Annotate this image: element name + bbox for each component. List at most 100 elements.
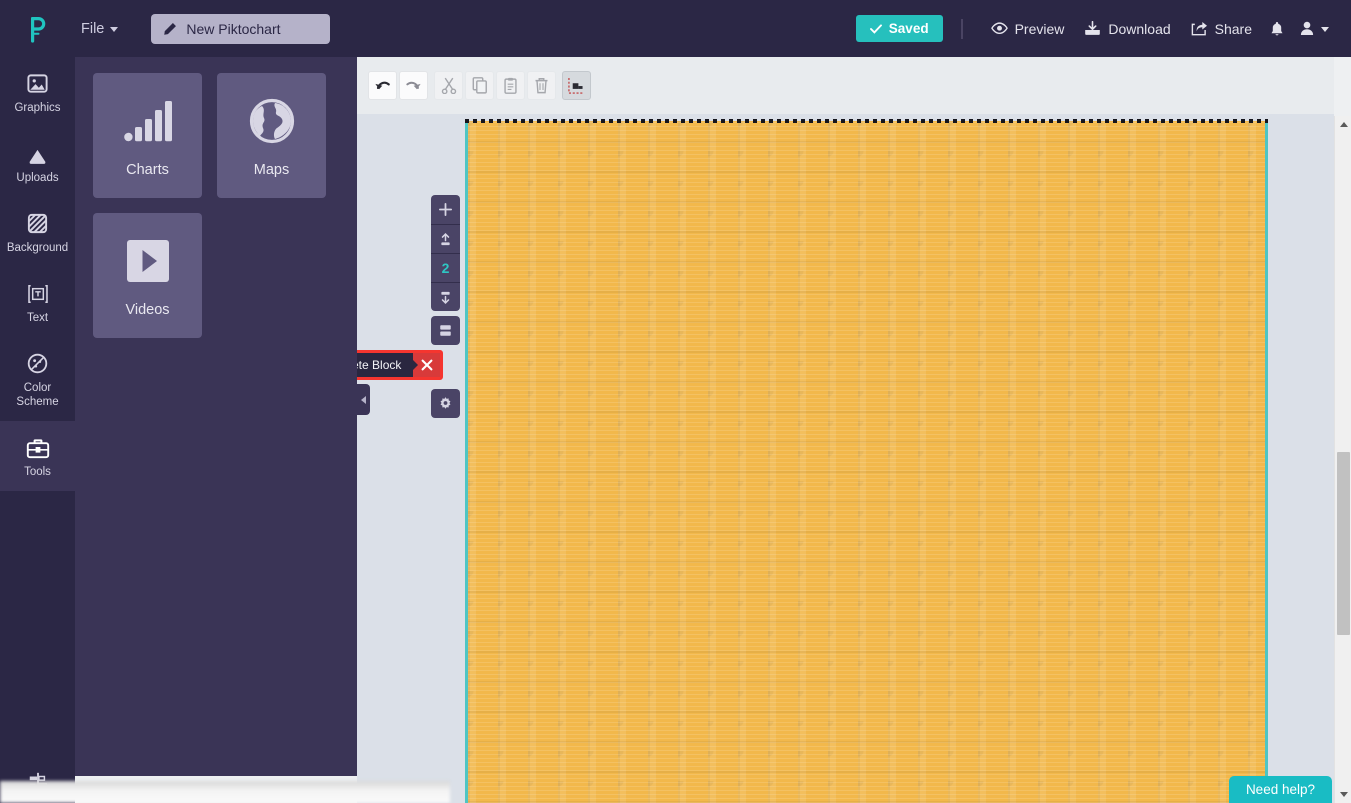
trash-icon xyxy=(534,77,549,94)
tooltip-text: Delete Block xyxy=(357,358,402,372)
bell-icon xyxy=(1270,21,1284,37)
saved-label: Saved xyxy=(888,21,929,36)
toolbar-divider xyxy=(960,18,963,39)
add-block-button[interactable] xyxy=(431,195,460,224)
document-title-value: New Piktochart xyxy=(186,20,281,37)
check-icon xyxy=(869,23,882,34)
play-button-icon xyxy=(126,234,170,288)
duplicate-block-icon xyxy=(438,323,453,338)
scrollbar-thumb[interactable] xyxy=(1337,452,1350,635)
delete-block-tooltip: Delete Block xyxy=(357,350,443,380)
file-menu-label: File xyxy=(81,20,105,37)
share-icon xyxy=(1191,21,1208,36)
background-pattern-icon xyxy=(26,211,49,235)
pencil-icon xyxy=(163,22,177,36)
left-rail: Graphics Uploads Background Text Color S… xyxy=(0,57,75,803)
close-x-icon xyxy=(421,359,433,371)
file-menu-button[interactable]: File xyxy=(75,17,124,41)
paste-button[interactable] xyxy=(496,71,525,100)
need-help-button[interactable]: Need help? xyxy=(1228,776,1332,803)
tooltip-arrow-icon xyxy=(412,359,418,371)
select-frame-icon xyxy=(568,77,585,94)
text-box-icon xyxy=(27,281,49,305)
collapse-panel-button[interactable] xyxy=(357,384,370,415)
sidebar-item-label: Text xyxy=(26,312,49,324)
delete-button[interactable] xyxy=(527,71,556,100)
block-selection-outline xyxy=(465,119,1268,123)
download-label: Download xyxy=(1108,20,1171,37)
chevron-left-icon xyxy=(360,395,366,404)
tool-card-maps[interactable]: Maps xyxy=(217,73,326,198)
top-bar-actions: Saved Preview Download Share xyxy=(855,15,1351,43)
gear-icon xyxy=(438,396,453,411)
select-frame-button[interactable] xyxy=(562,71,591,100)
user-icon xyxy=(1300,21,1314,36)
redo-button[interactable] xyxy=(399,71,428,100)
chevron-down-icon xyxy=(110,27,119,32)
canvas-toolbar xyxy=(357,57,1334,114)
piktochart-logo-icon xyxy=(27,16,49,43)
sidebar-item-graphics[interactable]: Graphics xyxy=(0,57,75,127)
move-block-up-button[interactable] xyxy=(431,224,460,253)
triangle-up-icon xyxy=(1339,122,1348,127)
share-button[interactable]: Share xyxy=(1181,15,1262,43)
block-controls-group-top: 2 xyxy=(431,195,460,311)
workspace: 2 te Block xyxy=(357,57,1334,803)
notifications-button[interactable] xyxy=(1262,15,1292,43)
tool-card-label: Maps xyxy=(253,161,290,178)
preview-label: Preview xyxy=(1014,20,1065,37)
sidebar-item-label: Graphics xyxy=(14,102,61,114)
tools-panel: Charts Maps Videos xyxy=(75,57,357,776)
globe-icon xyxy=(249,94,295,148)
move-down-icon xyxy=(438,290,453,305)
undo-arrow-icon xyxy=(374,78,391,93)
sidebar-item-label: Uploads xyxy=(16,172,59,184)
cut-button[interactable] xyxy=(434,71,463,100)
document-title-field[interactable]: New Piktochart xyxy=(151,13,331,44)
triangle-down-icon xyxy=(1339,792,1348,797)
chevron-down-icon xyxy=(1321,27,1329,32)
copy-icon xyxy=(472,77,488,94)
saved-status-button[interactable]: Saved xyxy=(855,15,943,42)
browser-status-bar xyxy=(0,781,450,803)
sidebar-item-text[interactable]: Text xyxy=(0,267,75,337)
canvas-block-2[interactable] xyxy=(465,121,1268,803)
sidebar-item-uploads[interactable]: Uploads xyxy=(0,127,75,197)
block-number: 2 xyxy=(431,253,460,282)
block-controls: 2 te Block xyxy=(357,195,460,423)
bar-chart-icon xyxy=(123,94,172,148)
move-up-icon xyxy=(438,232,453,247)
scroll-up-button[interactable] xyxy=(1335,116,1351,133)
need-help-label: Need help? xyxy=(1245,782,1315,797)
app-logo[interactable] xyxy=(0,16,75,43)
move-block-down-button[interactable] xyxy=(431,282,460,311)
plus-icon xyxy=(438,202,453,217)
scroll-down-button[interactable] xyxy=(1335,786,1351,803)
tool-card-videos[interactable]: Videos xyxy=(93,213,202,338)
account-menu-button[interactable] xyxy=(1292,15,1337,42)
canvas-area[interactable]: 2 te Block xyxy=(357,114,1334,803)
eye-icon xyxy=(990,22,1008,35)
preview-button[interactable]: Preview xyxy=(981,15,1075,43)
redo-arrow-icon xyxy=(405,78,422,93)
block-controls-group-duplicate xyxy=(431,316,460,345)
copy-button[interactable] xyxy=(465,71,494,100)
duplicate-block-button[interactable] xyxy=(431,316,460,345)
tool-card-label: Charts xyxy=(126,161,169,178)
undo-button[interactable] xyxy=(368,71,397,100)
vertical-scrollbar[interactable] xyxy=(1334,116,1351,803)
sidebar-item-tools[interactable]: Tools xyxy=(0,421,75,491)
clipboard-icon xyxy=(503,77,518,94)
sidebar-item-color-scheme[interactable]: Color Scheme xyxy=(0,337,75,421)
scissors-icon xyxy=(441,77,457,94)
upload-cloud-icon xyxy=(25,141,50,165)
download-button[interactable]: Download xyxy=(1074,15,1180,43)
block-controls-group-settings xyxy=(431,389,460,418)
tool-card-charts[interactable]: Charts xyxy=(93,73,202,198)
sidebar-item-background[interactable]: Background xyxy=(0,197,75,267)
download-icon xyxy=(1084,21,1101,36)
block-settings-button[interactable] xyxy=(431,389,460,418)
toolbox-icon xyxy=(26,435,50,459)
tools-card-grid: Charts Maps Videos xyxy=(75,57,335,338)
block-number-label: 2 xyxy=(441,260,450,276)
